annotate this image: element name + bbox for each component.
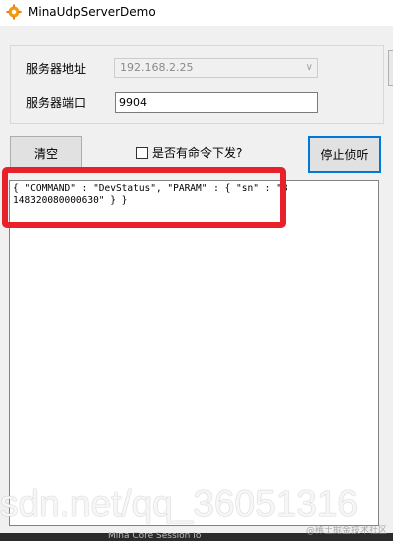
server-address-value: 192.168.2.25 — [120, 61, 194, 74]
issue-command-checkbox[interactable] — [136, 147, 148, 159]
taskbar-item[interactable]: Mina Core Session Io — [108, 532, 201, 541]
title-bar: MinaUdpServerDemo — [0, 0, 393, 26]
server-port-value: 9904 — [119, 96, 147, 109]
server-port-input[interactable]: 9904 — [115, 92, 318, 113]
app-gear-icon — [6, 4, 22, 20]
log-textarea[interactable]: { "COMMAND" : "DevStatus", "PARAM" : { "… — [9, 180, 379, 526]
issue-command-label[interactable]: 是否有命令下发? — [152, 145, 242, 161]
watermark-text: sdn.net/qq_36051316 — [0, 483, 359, 524]
chevron-down-icon[interactable]: ∨ — [306, 62, 313, 74]
watermark-small: @稀土掘金技术社区 — [306, 526, 388, 536]
server-address-combo[interactable]: 192.168.2.25 ∨ — [114, 58, 318, 78]
highlight-annotation — [2, 167, 286, 228]
stop-listen-button[interactable]: 停止侦听 — [308, 136, 381, 173]
server-address-label: 服务器地址 — [26, 62, 87, 76]
side-button[interactable] — [388, 50, 393, 86]
server-port-label: 服务器端口 — [26, 96, 87, 110]
window-title: MinaUdpServerDemo — [28, 5, 156, 19]
